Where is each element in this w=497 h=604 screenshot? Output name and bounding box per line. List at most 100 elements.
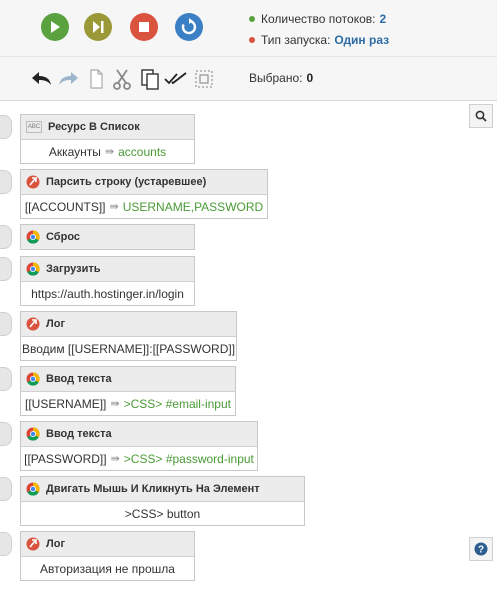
threads-label: Количество потоков: [261,12,376,26]
block-title: Ввод текста [46,373,112,385]
block-title: Загрузить [46,263,101,275]
param-source: Аккаунты [48,144,101,159]
action-block[interactable]: Двигать Мышь И Кликнуть На Элемент >CSS>… [20,476,305,526]
block-params: [[USERNAME]] ⇛ >CSS> #email-input [21,391,235,415]
block-header: Ввод текста [21,367,235,391]
play-icon [51,21,60,33]
block-header: Лог [21,532,194,556]
paste-button[interactable] [138,67,162,91]
help-button[interactable]: ? [469,537,493,561]
status-dot-red [249,36,255,43]
scissors-icon [113,69,131,90]
param-target: USERNAME,PASSWORD [122,199,264,214]
restart-button[interactable] [175,13,203,41]
launch-value[interactable]: Один раз [334,33,389,47]
block-title: Ввод текста [46,428,112,440]
stop-button[interactable] [130,13,158,41]
select-region-button[interactable] [192,67,216,91]
action-block[interactable]: Сброс [20,224,195,250]
block-title: Ресурс В Список [48,121,140,133]
selected-label: Выбрано: [249,71,303,85]
block-header: Ввод текста [21,422,257,446]
log-icon [26,537,40,551]
action-block[interactable]: ABC Ресурс В Список Аккаунты ⇛ accounts [20,114,195,164]
cut-button[interactable] [110,67,134,91]
play-button[interactable] [41,13,69,41]
search-icon [475,110,487,122]
paste-icon [141,69,159,90]
threads-info: Количество потоков: 2 [249,12,386,26]
param-message: Вводим [[USERNAME]]:[[PASSWORD]] [21,341,236,356]
selected-value: 0 [306,71,314,85]
block-title: Сброс [46,231,81,243]
status-dot-green [249,15,255,22]
action-block[interactable]: Ввод текста [[PASSWORD]] ⇛ >CSS> #passwo… [20,421,258,471]
chrome-icon [26,262,40,276]
block-handle[interactable] [0,225,12,249]
action-block[interactable]: Загрузить https://auth.hostinger.in/logi… [20,256,195,306]
param-source: [[PASSWORD]] [24,451,107,466]
action-block[interactable]: Лог Авторизация не прошла [20,531,195,581]
block-header: Двигать Мышь И Кликнуть На Элемент [21,477,304,501]
chrome-icon [26,372,40,386]
undo-icon [32,72,51,85]
action-block[interactable]: Ввод текста [[USERNAME]] ⇛ >CSS> #email-… [20,366,236,416]
launch-info: Тип запуска: Один раз [249,33,389,47]
block-title: Лог [46,538,66,550]
block-handle[interactable] [0,257,12,281]
block-header: Лог [21,312,236,336]
redo-button[interactable] [56,67,80,91]
step-next-button[interactable] [84,13,112,41]
block-handle[interactable] [0,477,12,501]
param-source: [[USERNAME]] [25,396,107,411]
action-block[interactable]: Лог Вводим [[USERNAME]]:[[PASSWORD]] [20,311,237,361]
abc-icon: ABC [26,121,42,133]
param-source: [[ACCOUNTS]] [24,199,106,214]
action-block[interactable]: Парсить строку (устаревшее) [[ACCOUNTS]]… [20,169,268,219]
selected-count: Выбрано: 0 [249,71,313,85]
restart-icon [181,18,197,35]
arrow-right-icon: ⇛ [110,398,120,410]
copy-button[interactable] [84,67,108,91]
chrome-icon [26,482,40,496]
block-handle[interactable] [0,312,12,336]
block-handle[interactable] [0,367,12,391]
block-handle[interactable] [0,532,12,556]
block-header: Сброс [21,225,194,249]
select-all-button[interactable] [164,67,188,91]
block-header: Парсить строку (устаревшее) [21,170,267,194]
arrow-right-icon: ⇛ [104,146,115,158]
param-selector: >CSS> button [124,506,201,521]
block-handle[interactable] [0,115,12,139]
param-target: accounts [118,144,167,159]
param-selector: >CSS> #password-input [123,451,254,466]
block-title: Парсить строку (устаревшее) [46,176,207,188]
search-button[interactable] [469,104,493,128]
block-params: Авторизация не прошла [21,556,194,580]
arrow-right-icon: ⇛ [109,201,119,213]
param-url: https://auth.hostinger.in/login [31,286,184,301]
edit-toolbar: Выбрано: 0 [0,57,497,101]
block-handle[interactable] [0,170,12,194]
block-handle[interactable] [0,422,12,446]
threads-value[interactable]: 2 [380,12,387,26]
block-title: Двигать Мышь И Кликнуть На Элемент [46,483,260,495]
copy-icon [90,69,103,89]
selection-box-icon [195,70,213,88]
chrome-icon [26,230,40,244]
stop-icon [139,22,149,32]
log-icon [26,317,40,331]
undo-button[interactable] [30,67,54,91]
block-title: Лог [46,318,66,330]
block-params: [[PASSWORD]] ⇛ >CSS> #password-input [21,446,257,470]
svg-text:?: ? [478,545,484,556]
top-bar: Количество потоков: 2 Тип запуска: Один ра… [0,0,497,57]
param-message: Авторизация не прошла [40,561,175,576]
block-params: https://auth.hostinger.in/login [21,281,194,305]
arrow-right-icon: ⇛ [110,453,120,465]
parse-icon [26,175,40,189]
param-selector: >CSS> #email-input [123,396,231,411]
chrome-icon [26,427,40,441]
launch-label: Тип запуска: [261,33,331,47]
block-params: [[ACCOUNTS]] ⇛ USERNAME,PASSWORD [21,194,267,218]
